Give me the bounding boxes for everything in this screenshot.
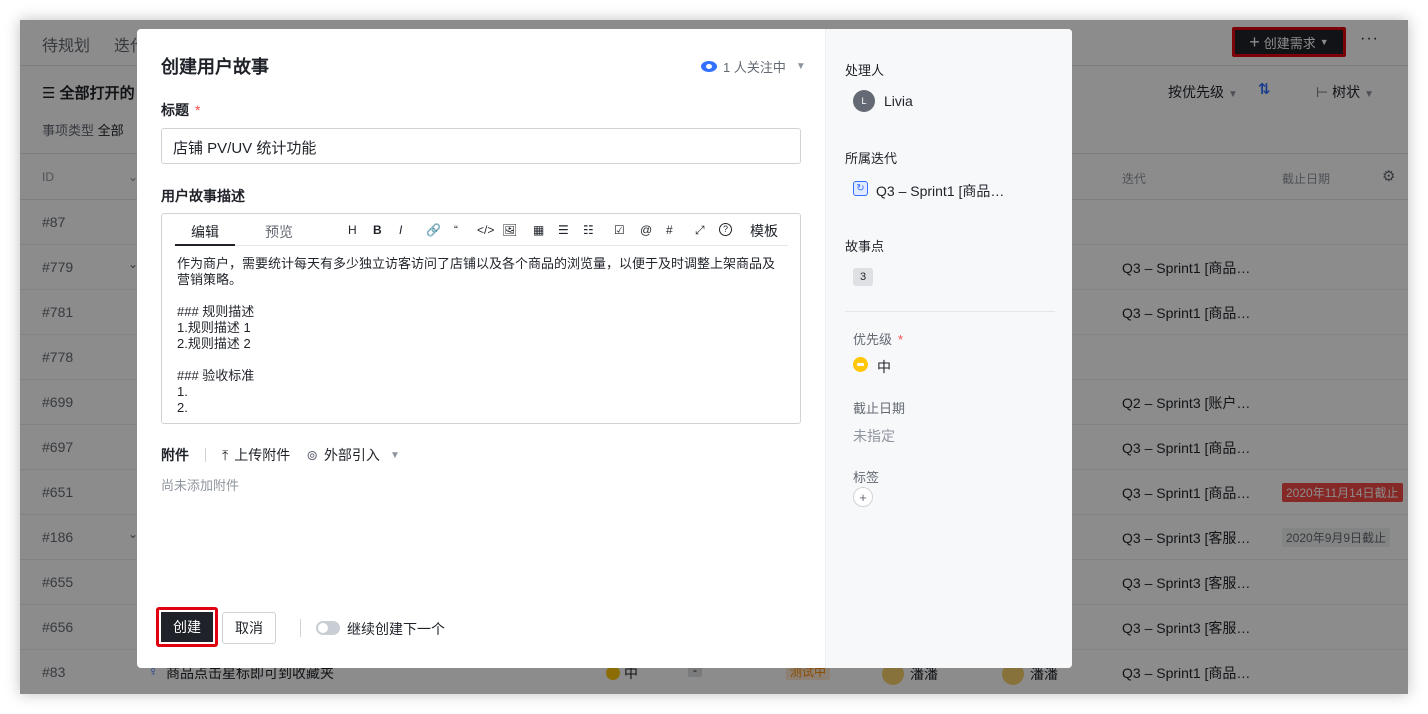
mention-icon[interactable]: @ [640, 223, 652, 237]
upload-attachment-button[interactable]: ⤒ 上传附件 [222, 445, 290, 465]
caret-down-icon: ▼ [389, 449, 400, 461]
avatar: L [853, 90, 875, 112]
editor-toolbar: 编辑 预览 H B I 🔗 “ </> 🖼 ▦ ☰ ☷ ☑ @ # ⤢ ? 模板 [162, 214, 800, 246]
priority-value[interactable]: 中 [877, 357, 891, 377]
continue-create-label: 继续创建下一个 [347, 621, 445, 637]
hashtag-icon[interactable]: # [666, 223, 673, 237]
cancel-button[interactable]: 取消 [222, 612, 276, 644]
code-icon[interactable]: </> [477, 223, 494, 237]
iteration-icon: ↻ [853, 181, 868, 196]
title-input[interactable]: 店铺 PV/UV 统计功能 [161, 128, 801, 164]
ordered-list-icon[interactable]: ☰ [558, 223, 569, 237]
assignee-label: 处理人 [845, 63, 885, 78]
divider [300, 619, 301, 637]
dialog-sidebar: 处理人 L Livia 所属迭代 ↻ Q3 – Sprint1 [商品… 故事点… [825, 29, 1072, 668]
active-tab-indicator [175, 244, 235, 246]
upload-icon: ⤒ [222, 446, 229, 463]
add-tag-button[interactable]: + [853, 487, 873, 507]
link-icon: ⊚ [306, 446, 318, 463]
title-label: 标题 * [161, 102, 201, 118]
follow-selector[interactable]: 1 人关注中 ▼ [701, 57, 806, 76]
continue-create-toggle[interactable] [316, 621, 340, 635]
fullscreen-icon[interactable]: ⤢ [695, 223, 705, 238]
due-date-label: 截止日期 [853, 401, 906, 416]
create-button[interactable]: 创建 [156, 607, 218, 647]
tab-preview[interactable]: 预览 [265, 222, 293, 242]
image-icon[interactable]: 🖼 [502, 223, 517, 237]
dialog-title: 创建用户故事 [161, 57, 269, 77]
description-label: 用户故事描述 [161, 188, 245, 204]
help-icon[interactable]: ? [719, 223, 732, 236]
divider [845, 311, 1055, 312]
iteration-value[interactable]: Q3 – Sprint1 [商品… [876, 181, 1004, 201]
assignee-value[interactable]: Livia [884, 93, 913, 109]
attachment-row: 附件 ⤒ 上传附件 ⊚ 外部引入 ▼ [161, 445, 400, 465]
description-editor[interactable]: 编辑 预览 H B I 🔗 “ </> 🖼 ▦ ☰ ☷ ☑ @ # ⤢ ? 模板… [161, 213, 801, 424]
link-icon[interactable]: 🔗 [426, 223, 441, 237]
priority-medium-icon [853, 357, 868, 372]
dialog-main: 创建用户故事 1 人关注中 ▼ 标题 * 店铺 PV/UV 统计功能 用户故事描述… [137, 29, 825, 668]
priority-label: 优先级 * [853, 332, 904, 347]
heading-icon[interactable]: H [348, 223, 357, 237]
story-points-label: 故事点 [845, 239, 885, 254]
due-date-value[interactable]: 未指定 [853, 426, 895, 446]
external-import-button[interactable]: ⊚ 外部引入 ▼ [306, 445, 400, 465]
create-story-dialog: 创建用户故事 1 人关注中 ▼ 标题 * 店铺 PV/UV 统计功能 用户故事描述… [137, 29, 1072, 668]
description-text[interactable]: 作为商户，需要统计每天有多少独立访客访问了店铺以及各个商品的浏览量，以便于及时调… [177, 256, 787, 416]
bold-icon[interactable]: B [373, 223, 382, 237]
checklist-icon[interactable]: ☑ [614, 223, 625, 237]
iteration-label: 所属迭代 [845, 151, 898, 166]
table-icon[interactable]: ▦ [533, 223, 544, 237]
italic-icon[interactable]: I [399, 223, 402, 237]
attachment-label: 附件 [161, 447, 189, 463]
no-attachment-text: 尚未添加附件 [161, 478, 240, 493]
story-points-value[interactable]: 3 [853, 268, 873, 286]
eye-icon [701, 61, 717, 72]
app-window: 待规划 迭代 + 创建需求 ▼ ··· ☰ 全部打开的 事项类型 全部 按优先级… [20, 20, 1408, 694]
caret-down-icon: ▼ [795, 61, 806, 72]
quote-icon[interactable]: “ [454, 223, 458, 237]
tags-label: 标签 [853, 470, 880, 485]
unordered-list-icon[interactable]: ☷ [583, 223, 594, 237]
template-button[interactable]: 模板 [750, 221, 778, 241]
tab-edit[interactable]: 编辑 [191, 222, 219, 242]
divider [174, 245, 788, 246]
divider [205, 448, 206, 462]
